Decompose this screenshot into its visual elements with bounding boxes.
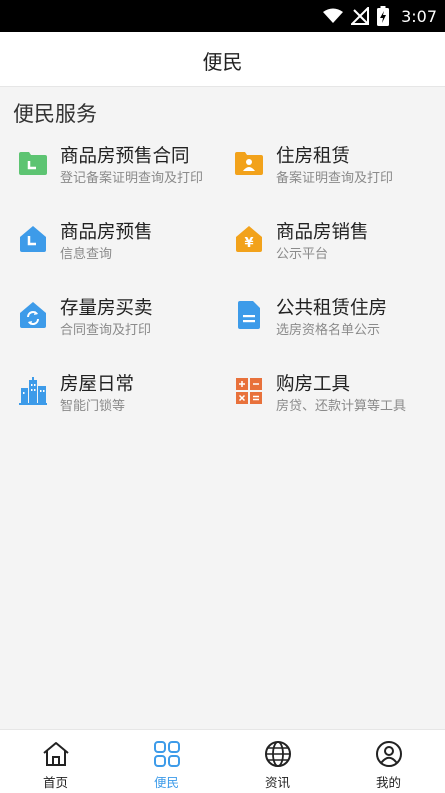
title-bar: 便民	[0, 32, 445, 87]
service-purchase-tools[interactable]: 购房工具 房贷、还款计算等工具	[230, 370, 445, 430]
service-sales-publicity[interactable]: ¥ 商品房销售 公示平台	[230, 218, 445, 278]
house-refresh-icon	[20, 302, 46, 328]
battery-charging-icon	[377, 6, 390, 26]
tab-news[interactable]: 资讯	[222, 730, 333, 793]
house-yen-icon: ¥	[236, 226, 262, 252]
no-signal-icon	[351, 7, 370, 25]
service-subtitle: 公示平台	[276, 247, 329, 262]
service-title: 商品房预售合同	[60, 146, 190, 167]
service-subtitle: 智能门锁等	[60, 399, 126, 414]
status-time: 3:07	[401, 6, 437, 26]
tab-home[interactable]: 首页	[0, 730, 111, 793]
user-icon	[376, 741, 402, 767]
status-bar: 3:07	[0, 0, 445, 32]
home-icon	[43, 742, 69, 766]
tab-label: 首页	[42, 775, 68, 790]
service-existing-housing[interactable]: 存量房买卖 合同查询及打印	[14, 294, 230, 354]
folder-icon	[19, 152, 47, 175]
tab-label: 便民	[153, 775, 179, 790]
service-subtitle: 登记备案证明查询及打印	[60, 171, 204, 186]
service-public-rental[interactable]: 公共租赁住房 选房资格名单公示	[230, 294, 445, 354]
service-title: 存量房买卖	[60, 298, 153, 319]
service-title: 商品房预售	[60, 222, 153, 243]
service-subtitle: 信息查询	[60, 247, 113, 262]
service-title: 公共租赁住房	[276, 298, 388, 319]
service-subtitle: 备案证明查询及打印	[276, 171, 394, 186]
service-house-daily[interactable]: 房屋日常 智能门锁等	[14, 370, 230, 430]
service-title: 住房租赁	[276, 146, 351, 167]
service-subtitle: 房贷、还款计算等工具	[276, 399, 407, 414]
buildings-icon	[19, 377, 47, 405]
svg-text:¥: ¥	[244, 236, 253, 251]
tab-convenience[interactable]: 便民	[111, 730, 222, 793]
section-title: 便民服务	[13, 102, 97, 126]
service-subtitle: 选房资格名单公示	[276, 323, 381, 338]
document-icon	[238, 301, 260, 329]
service-presale-info[interactable]: 商品房预售 信息查询	[14, 218, 230, 278]
page-title: 便民	[202, 50, 243, 74]
service-title: 商品房销售	[276, 222, 369, 243]
service-housing-rental[interactable]: 住房租赁 备案证明查询及打印	[230, 142, 445, 202]
service-title: 房屋日常	[60, 374, 135, 395]
tab-label: 我的	[375, 775, 401, 790]
service-subtitle: 合同查询及打印	[60, 323, 152, 338]
calculator-icon	[236, 378, 262, 404]
house-icon	[20, 226, 46, 252]
folder-person-icon	[235, 152, 263, 175]
bottom-tab-bar: 首页 便民 资讯 我的	[0, 729, 445, 793]
globe-icon	[265, 741, 291, 767]
tab-mine[interactable]: 我的	[333, 730, 444, 793]
service-title: 购房工具	[276, 374, 351, 395]
status-icons: 3:07	[323, 6, 437, 26]
service-presale-contract[interactable]: 商品房预售合同 登记备案证明查询及打印	[14, 142, 230, 202]
grid-icon	[154, 741, 180, 767]
tab-label: 资讯	[264, 775, 290, 790]
wifi-icon	[323, 8, 344, 23]
